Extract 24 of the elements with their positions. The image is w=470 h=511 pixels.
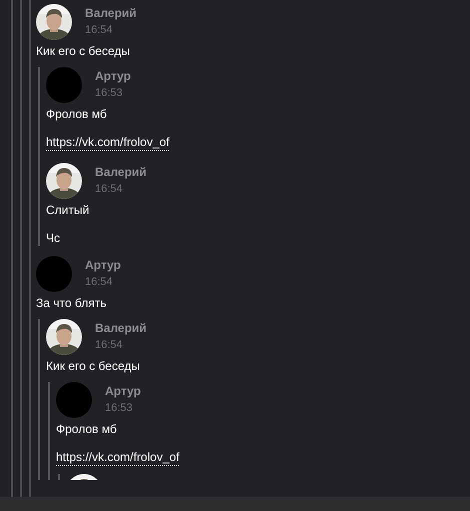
author-name[interactable]: Валерий [85,5,137,21]
message-time: 16:54 [95,338,124,353]
message-text: Кик его с беседы [36,43,131,59]
author-name[interactable]: Артур [95,68,131,84]
message-time: 16:54 [95,182,124,197]
message-time: 16:54 [85,23,114,38]
message-link[interactable]: https://vk.com/frolov_of [46,134,170,151]
message-time: 16:53 [95,86,124,101]
message-text: За что блять [36,295,108,311]
message-text: Кик его с беседы [46,358,141,374]
author-name[interactable]: Артур [85,257,121,273]
author-name[interactable]: Валерий [95,164,147,180]
avatar [46,67,82,103]
author-name[interactable]: Валерий [95,320,147,336]
author-name[interactable]: Артур [105,383,141,399]
message-link[interactable]: https://vk.com/frolov_of [56,449,180,466]
avatar [36,256,72,292]
message-time: 16:53 [105,401,134,416]
avatar [56,382,92,418]
message-text: Фролов мб [56,421,118,437]
message-time: 16:54 [85,275,114,290]
message-text: Фролов мб [46,106,108,122]
message-text: Чс [46,230,61,246]
message-text: Слитый [46,202,90,218]
